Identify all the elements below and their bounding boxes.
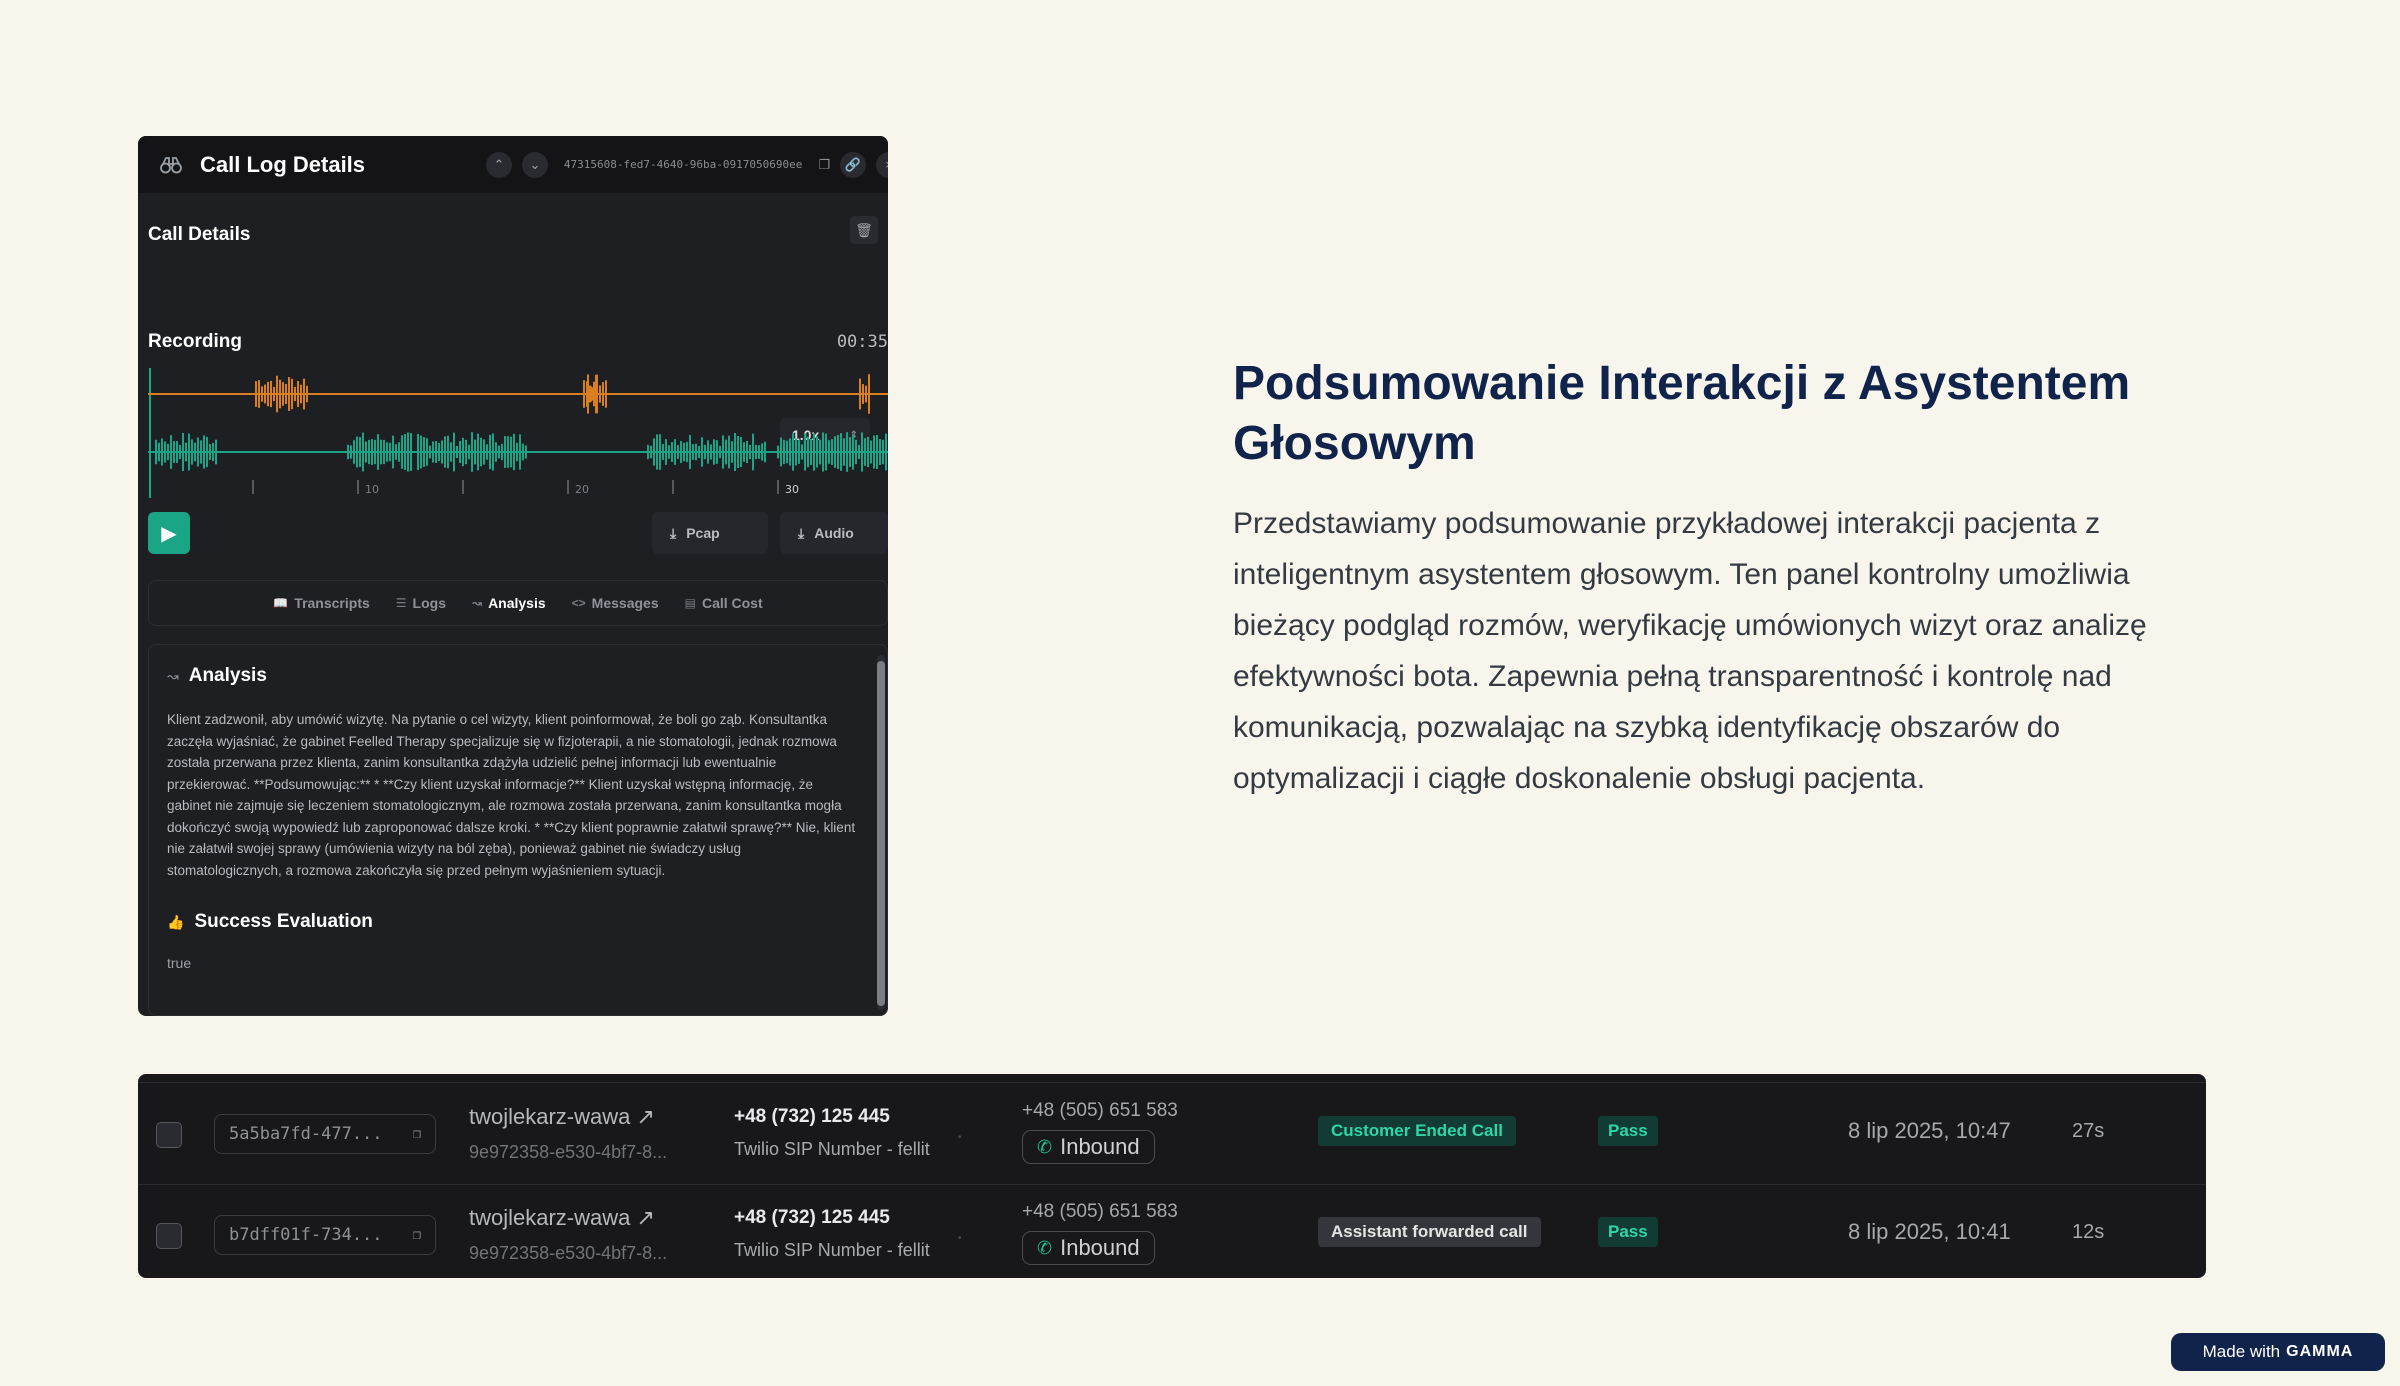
- call-details-title: Call Details: [148, 224, 251, 245]
- tab-transcripts[interactable]: 📖 Transcripts: [273, 595, 369, 611]
- chart-icon: ↝: [472, 596, 483, 610]
- calls-table: 5a5ba7fd-477... ❐ twojlekarz-wawa ↗ 9e97…: [138, 1074, 2206, 1278]
- audio-label: Audio: [814, 525, 854, 541]
- call-date: 8 lip 2025, 10:47: [1848, 1118, 2011, 1143]
- tab-logs[interactable]: ☰ Logs: [396, 595, 446, 611]
- download-icon: ⤓: [670, 524, 677, 541]
- table-row[interactable]: b7dff01f-734... ❐ twojlekarz-wawa ↗ 9e97…: [138, 1184, 2206, 1278]
- chart-icon: ↝: [167, 667, 179, 684]
- call-duration: 12s: [2072, 1221, 2105, 1243]
- trash-icon[interactable]: 🗑: [850, 216, 878, 244]
- separator-dot: •: [958, 1233, 962, 1244]
- tick-label: 10: [365, 483, 379, 496]
- scrollbar[interactable]: [877, 655, 885, 1010]
- status-badge: Pass: [1598, 1217, 1658, 1247]
- binoculars-icon: [160, 154, 186, 176]
- tick-label: 20: [575, 483, 589, 496]
- copy-icon[interactable]: ❐: [413, 1227, 421, 1243]
- call-id: 47315608-fed7-4640-96ba-0917050690ee: [563, 158, 803, 171]
- close-icon[interactable]: ×: [876, 151, 888, 178]
- copy-icon[interactable]: ❐: [818, 157, 830, 173]
- waveform[interactable]: 10 20 30: [148, 368, 888, 498]
- link-icon[interactable]: 🔗: [840, 151, 866, 178]
- direction-badge: ✆ Inbound: [1022, 1130, 1155, 1164]
- call-date: 8 lip 2025, 10:41: [1848, 1219, 2011, 1244]
- analysis-text: Klient zadzwonił, aby umówić wizytę. Na …: [167, 712, 856, 878]
- panel-header: Call Log Details ⌃ ⌄ 47315608-fed7-4640-…: [138, 136, 888, 193]
- book-icon: 📖: [273, 596, 289, 610]
- success-value: true: [167, 955, 192, 971]
- scrollbar-thumb[interactable]: [877, 661, 885, 1006]
- bar-chart-icon: ▤: [684, 596, 696, 610]
- tab-bar: 📖 Transcripts ☰ Logs ↝ Analysis <> Messages …: [148, 580, 888, 626]
- ended-reason-badge: Customer Ended Call: [1318, 1116, 1516, 1146]
- tab-call-cost[interactable]: ▤ Call Cost: [685, 595, 763, 611]
- code-icon: <>: [571, 596, 586, 610]
- tab-messages[interactable]: <> Messages: [572, 595, 659, 611]
- analysis-title: Analysis: [188, 665, 267, 686]
- phone-label: Twilio SIP Number - fellit: [734, 1139, 930, 1159]
- call-duration: 27s: [2072, 1120, 2105, 1142]
- org-id: 9e972358-e530-4bf7-8...: [469, 1243, 668, 1263]
- phone-label: Twilio SIP Number - fellit: [734, 1240, 930, 1260]
- row-checkbox[interactable]: [156, 1122, 182, 1148]
- thumbs-up-icon: 👍: [167, 913, 185, 930]
- page-title: Podsumowanie Interakcji z Asystentem Gło…: [1233, 357, 2131, 470]
- badge-prefix: Made with: [2202, 1342, 2281, 1361]
- row-checkbox[interactable]: [156, 1223, 182, 1249]
- phone-icon: ✆: [1037, 1136, 1053, 1157]
- call-id-chip[interactable]: b7dff01f-734... ❐: [214, 1215, 436, 1255]
- divider: [138, 1082, 2206, 1083]
- list-icon: ☰: [395, 596, 407, 610]
- pcap-label: Pcap: [686, 525, 720, 541]
- download-icon: ⤓: [798, 524, 805, 541]
- download-pcap-button[interactable]: ⤓ Pcap: [652, 512, 768, 554]
- direction-badge: ✆ Inbound: [1022, 1231, 1155, 1265]
- org-link[interactable]: twojlekarz-wawa ↗: [469, 1205, 655, 1231]
- ended-reason-badge: Assistant forwarded call: [1318, 1217, 1541, 1247]
- status-badge: Pass: [1598, 1116, 1658, 1146]
- chevron-up-icon[interactable]: ⌃: [485, 151, 512, 178]
- table-row[interactable]: 5a5ba7fd-477... ❐ twojlekarz-wawa ↗ 9e97…: [138, 1084, 2206, 1184]
- tab-analysis[interactable]: ↝ Analysis: [472, 595, 546, 611]
- external-link-icon: ↗: [636, 1104, 655, 1129]
- made-with-gamma-badge[interactable]: Made with GAMMA: [2171, 1333, 2385, 1371]
- call-log-panel: Call Log Details ⌃ ⌄ 47315608-fed7-4640-…: [138, 136, 888, 1016]
- recording-title: Recording: [148, 331, 242, 352]
- from-phone: +48 (732) 125 445: [734, 1207, 890, 1228]
- call-id-chip[interactable]: 5a5ba7fd-477... ❐: [214, 1114, 436, 1154]
- success-title: Success Evaluation: [194, 911, 373, 932]
- analysis-section: ↝ Analysis Klient zadzwonił, aby umówić …: [148, 644, 888, 1016]
- separator-dot: •: [958, 1132, 962, 1143]
- org-id: 9e972358-e530-4bf7-8...: [469, 1142, 668, 1162]
- play-icon: ▶: [161, 522, 177, 545]
- tick-label: 30: [785, 483, 799, 496]
- to-phone: +48 (505) 651 583: [1022, 1100, 1178, 1121]
- phone-icon: ✆: [1037, 1237, 1053, 1258]
- play-button[interactable]: ▶: [148, 512, 190, 554]
- chevron-down-icon[interactable]: ⌄: [521, 151, 548, 178]
- copy-icon[interactable]: ❐: [413, 1126, 421, 1142]
- panel-title: Call Log Details: [200, 151, 366, 177]
- gamma-logo: GAMMA: [2286, 1343, 2354, 1360]
- page-description: Przedstawiamy podsumowanie przykładowej …: [1233, 507, 2147, 795]
- from-phone: +48 (732) 125 445: [734, 1106, 890, 1127]
- download-audio-button[interactable]: ⤓ Audio: [780, 512, 888, 554]
- recording-time: 00:35: [836, 332, 888, 352]
- to-phone: +48 (505) 651 583: [1022, 1201, 1178, 1222]
- external-link-icon: ↗: [636, 1205, 655, 1230]
- org-link[interactable]: twojlekarz-wawa ↗: [469, 1104, 655, 1130]
